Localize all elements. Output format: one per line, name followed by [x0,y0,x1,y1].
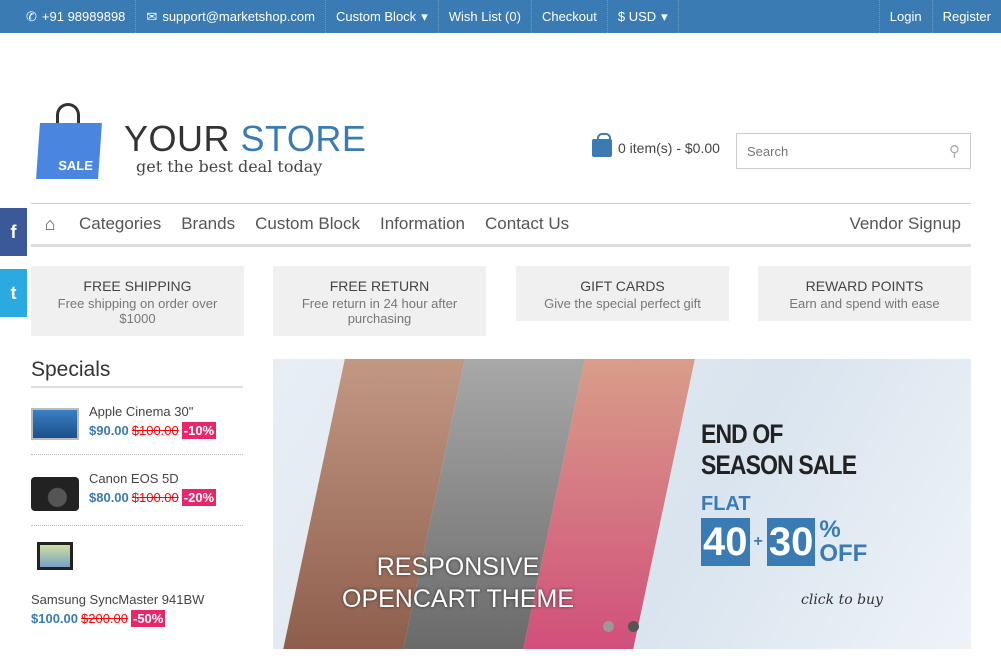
list-item[interactable]: Apple Cinema 30" $90.00 $100.00 -10% [31,388,243,455]
click-to-buy-link[interactable]: click to buy [801,592,884,608]
nav-categories[interactable]: Categories [69,214,171,234]
feature-gift-cards: GIFT CARDS Give the special perfect gift [516,266,729,321]
checkout-link[interactable]: Checkout [532,0,608,33]
slider-dot[interactable] [603,621,614,632]
nav-custom-block[interactable]: Custom Block [245,214,370,234]
specials-title: Specials [31,358,243,388]
feature-free-shipping: FREE SHIPPING Free shipping on order over… [31,266,244,336]
custom-block-dropdown[interactable]: Custom Block ▾ [326,0,439,33]
phone: ✆ +91 98989898 [0,0,137,33]
slider-dot-active[interactable] [628,621,639,632]
search-box: ⚲ [736,133,971,169]
nav-contact-us[interactable]: Contact Us [475,214,579,234]
feature-free-return: FREE RETURN Free return in 24 hour after … [273,266,486,336]
store-logo[interactable]: SALE YOUR STORE get the best deal today [36,103,366,179]
register-link[interactable]: Register [933,0,1001,33]
login-link[interactable]: Login [880,0,933,33]
hero-slider[interactable]: RESPONSIVE OPENCART THEME END OF SEASON S… [273,359,971,649]
monitor-image[interactable] [37,542,73,570]
search-input[interactable] [747,143,949,159]
specials-module: Specials Apple Cinema 30" $90.00 $100.00-… [31,358,243,640]
phone-icon: ✆ [26,8,37,24]
twitter-icon[interactable]: t [0,269,27,317]
top-bar: ✆ +91 98989898 ✉ support@marketshop.com Cu… [0,0,1001,33]
cart-button[interactable]: 0 item(s) - $0.00 [592,133,720,157]
nav-information[interactable]: Information [370,214,475,234]
sale-text: END OF SEASON SALE FLAT 40 +30% OFF click … [701,419,884,608]
feature-reward-points: REWARD POINTS Earn and spend with ease [758,266,971,321]
nav-vendor-signup[interactable]: Vendor Signup [839,214,971,234]
camera-image[interactable] [31,477,79,511]
wishlist-link[interactable]: Wish List (0) [439,0,532,33]
header: SALE YOUR STORE get the best deal today … [0,33,1001,203]
main-nav: ⌂ Categories Brands Custom Block Informa… [31,203,971,247]
shopping-bag-icon: SALE [36,103,102,179]
caret-down-icon: ▾ [421,8,428,24]
home-icon[interactable]: ⌂ [31,214,69,235]
search-icon[interactable]: ⚲ [949,142,960,160]
email-link[interactable]: ✉ support@marketshop.com [136,0,326,33]
envelope-icon: ✉ [146,8,158,24]
currency-dropdown[interactable]: $ USD ▾ [608,0,679,33]
caret-down-icon: ▾ [661,8,668,24]
cart-icon [592,133,612,157]
list-item[interactable]: Canon EOS 5D $80.00 $100.00 -20% [31,455,243,526]
list-item[interactable]: Samsung SyncMaster 941BW $100.00 $200.00-… [31,526,243,640]
facebook-icon[interactable]: f [0,208,27,256]
nav-brands[interactable]: Brands [171,214,245,234]
monitor-image[interactable] [31,408,79,440]
